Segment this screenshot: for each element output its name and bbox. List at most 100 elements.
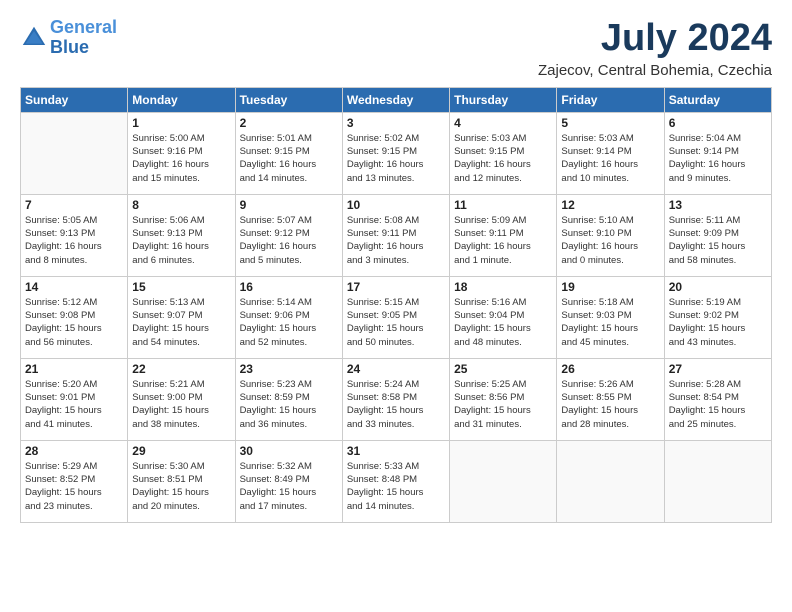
week-row-2: 7 Sunrise: 5:05 AM Sunset: 9:13 PM Daylig… <box>21 194 772 276</box>
day-number: 5 <box>561 116 659 130</box>
day-number: 24 <box>347 362 445 376</box>
day-info: Sunrise: 5:03 AM Sunset: 9:14 PM Dayligh… <box>561 132 659 185</box>
day-number: 21 <box>25 362 123 376</box>
calendar-cell-w2-d4: 10 Sunrise: 5:08 AM Sunset: 9:11 PM Dayli… <box>342 194 449 276</box>
day-info: Sunrise: 5:13 AM Sunset: 9:07 PM Dayligh… <box>132 296 230 349</box>
calendar-cell-w2-d6: 12Sunrise: 5:10 AM Sunset: 9:10 PM Dayli… <box>557 194 664 276</box>
calendar-cell-w5-d2: 29 Sunrise: 5:30 AM Sunset: 8:51 PM Dayli… <box>128 440 235 522</box>
day-info: Sunrise: 5:20 AM Sunset: 9:01 PM Dayligh… <box>25 378 123 431</box>
day-number: 8 <box>132 198 230 212</box>
day-info: Sunrise: 5:01 AM Sunset: 9:15 PM Dayligh… <box>240 132 338 185</box>
day-number: 11 <box>454 198 552 212</box>
calendar-cell-w5-d4: 31 Sunrise: 5:33 AM Sunset: 8:48 PM Dayli… <box>342 440 449 522</box>
calendar-cell-w3-d1: 14 Sunrise: 5:12 AM Sunset: 9:08 PM Dayli… <box>21 276 128 358</box>
day-number: 20 <box>669 280 767 294</box>
calendar-cell-w1-d5: 4Sunrise: 5:03 AM Sunset: 9:15 PM Daylig… <box>450 112 557 194</box>
day-number: 13 <box>669 198 767 212</box>
day-info: Sunrise: 5:30 AM Sunset: 8:51 PM Dayligh… <box>132 460 230 513</box>
title-block: July 2024 Zajecov, Central Bohemia, Czec… <box>538 18 772 79</box>
calendar-cell-w4-d7: 27Sunrise: 5:28 AM Sunset: 8:54 PM Dayli… <box>664 358 771 440</box>
day-info: Sunrise: 5:05 AM Sunset: 9:13 PM Dayligh… <box>25 214 123 267</box>
day-info: Sunrise: 5:00 AM Sunset: 9:16 PM Dayligh… <box>132 132 230 185</box>
day-info: Sunrise: 5:19 AM Sunset: 9:02 PM Dayligh… <box>669 296 767 349</box>
col-thursday: Thursday <box>450 87 557 112</box>
month-title: July 2024 <box>538 18 772 60</box>
day-number: 18 <box>454 280 552 294</box>
day-info: Sunrise: 5:32 AM Sunset: 8:49 PM Dayligh… <box>240 460 338 513</box>
logo-text: GeneralBlue <box>50 18 117 58</box>
calendar-cell-w4-d1: 21 Sunrise: 5:20 AM Sunset: 9:01 PM Dayli… <box>21 358 128 440</box>
calendar-cell-w1-d1 <box>21 112 128 194</box>
calendar-cell-w2-d5: 11 Sunrise: 5:09 AM Sunset: 9:11 PM Dayli… <box>450 194 557 276</box>
day-number: 16 <box>240 280 338 294</box>
day-number: 7 <box>25 198 123 212</box>
calendar-cell-w1-d4: 3Sunrise: 5:02 AM Sunset: 9:15 PM Daylig… <box>342 112 449 194</box>
day-number: 29 <box>132 444 230 458</box>
day-number: 25 <box>454 362 552 376</box>
day-number: 27 <box>669 362 767 376</box>
day-number: 19 <box>561 280 659 294</box>
day-info: Sunrise: 5:26 AM Sunset: 8:55 PM Dayligh… <box>561 378 659 431</box>
calendar-header-row: Sunday Monday Tuesday Wednesday Thursday… <box>21 87 772 112</box>
calendar-cell-w2-d7: 13 Sunrise: 5:11 AM Sunset: 9:09 PM Dayli… <box>664 194 771 276</box>
calendar-cell-w3-d5: 18 Sunrise: 5:16 AM Sunset: 9:04 PM Dayli… <box>450 276 557 358</box>
calendar-cell-w3-d7: 20 Sunrise: 5:19 AM Sunset: 9:02 PM Dayli… <box>664 276 771 358</box>
day-info: Sunrise: 5:23 AM Sunset: 8:59 PM Dayligh… <box>240 378 338 431</box>
day-number: 15 <box>132 280 230 294</box>
day-info: Sunrise: 5:02 AM Sunset: 9:15 PM Dayligh… <box>347 132 445 185</box>
header: GeneralBlue July 2024 Zajecov, Central B… <box>20 18 772 79</box>
day-number: 2 <box>240 116 338 130</box>
logo-icon <box>20 24 48 52</box>
calendar-cell-w2-d1: 7 Sunrise: 5:05 AM Sunset: 9:13 PM Daylig… <box>21 194 128 276</box>
week-row-5: 28 Sunrise: 5:29 AM Sunset: 8:52 PM Dayli… <box>21 440 772 522</box>
logo: GeneralBlue <box>20 18 117 58</box>
calendar-cell-w1-d3: 2 Sunrise: 5:01 AM Sunset: 9:15 PM Daylig… <box>235 112 342 194</box>
day-number: 28 <box>25 444 123 458</box>
day-info: Sunrise: 5:11 AM Sunset: 9:09 PM Dayligh… <box>669 214 767 267</box>
week-row-1: 1 Sunrise: 5:00 AM Sunset: 9:16 PM Daylig… <box>21 112 772 194</box>
day-number: 6 <box>669 116 767 130</box>
week-row-3: 14 Sunrise: 5:12 AM Sunset: 9:08 PM Dayli… <box>21 276 772 358</box>
day-number: 1 <box>132 116 230 130</box>
calendar-cell-w3-d4: 17 Sunrise: 5:15 AM Sunset: 9:05 PM Dayli… <box>342 276 449 358</box>
day-info: Sunrise: 5:24 AM Sunset: 8:58 PM Dayligh… <box>347 378 445 431</box>
calendar-cell-w4-d5: 25 Sunrise: 5:25 AM Sunset: 8:56 PM Dayli… <box>450 358 557 440</box>
calendar-cell-w1-d2: 1 Sunrise: 5:00 AM Sunset: 9:16 PM Daylig… <box>128 112 235 194</box>
day-info: Sunrise: 5:09 AM Sunset: 9:11 PM Dayligh… <box>454 214 552 267</box>
calendar-cell-w5-d5 <box>450 440 557 522</box>
calendar-cell-w1-d6: 5 Sunrise: 5:03 AM Sunset: 9:14 PM Daylig… <box>557 112 664 194</box>
day-info: Sunrise: 5:07 AM Sunset: 9:12 PM Dayligh… <box>240 214 338 267</box>
col-saturday: Saturday <box>664 87 771 112</box>
col-friday: Friday <box>557 87 664 112</box>
day-number: 12 <box>561 198 659 212</box>
day-number: 22 <box>132 362 230 376</box>
calendar-cell-w4-d6: 26 Sunrise: 5:26 AM Sunset: 8:55 PM Dayli… <box>557 358 664 440</box>
calendar-cell-w5-d7 <box>664 440 771 522</box>
calendar-cell-w5-d1: 28 Sunrise: 5:29 AM Sunset: 8:52 PM Dayli… <box>21 440 128 522</box>
day-info: Sunrise: 5:15 AM Sunset: 9:05 PM Dayligh… <box>347 296 445 349</box>
col-sunday: Sunday <box>21 87 128 112</box>
day-info: Sunrise: 5:12 AM Sunset: 9:08 PM Dayligh… <box>25 296 123 349</box>
day-info: Sunrise: 5:29 AM Sunset: 8:52 PM Dayligh… <box>25 460 123 513</box>
calendar-cell-w5-d3: 30 Sunrise: 5:32 AM Sunset: 8:49 PM Dayli… <box>235 440 342 522</box>
col-wednesday: Wednesday <box>342 87 449 112</box>
day-info: Sunrise: 5:25 AM Sunset: 8:56 PM Dayligh… <box>454 378 552 431</box>
calendar-cell-w2-d3: 9Sunrise: 5:07 AM Sunset: 9:12 PM Daylig… <box>235 194 342 276</box>
day-number: 17 <box>347 280 445 294</box>
day-info: Sunrise: 5:16 AM Sunset: 9:04 PM Dayligh… <box>454 296 552 349</box>
page: GeneralBlue July 2024 Zajecov, Central B… <box>0 0 792 612</box>
week-row-4: 21 Sunrise: 5:20 AM Sunset: 9:01 PM Dayli… <box>21 358 772 440</box>
day-number: 26 <box>561 362 659 376</box>
day-number: 31 <box>347 444 445 458</box>
day-info: Sunrise: 5:14 AM Sunset: 9:06 PM Dayligh… <box>240 296 338 349</box>
day-number: 30 <box>240 444 338 458</box>
day-info: Sunrise: 5:33 AM Sunset: 8:48 PM Dayligh… <box>347 460 445 513</box>
day-info: Sunrise: 5:03 AM Sunset: 9:15 PM Dayligh… <box>454 132 552 185</box>
calendar-cell-w3-d6: 19Sunrise: 5:18 AM Sunset: 9:03 PM Dayli… <box>557 276 664 358</box>
calendar: Sunday Monday Tuesday Wednesday Thursday… <box>20 87 772 523</box>
day-info: Sunrise: 5:08 AM Sunset: 9:11 PM Dayligh… <box>347 214 445 267</box>
day-number: 10 <box>347 198 445 212</box>
calendar-cell-w4-d2: 22Sunrise: 5:21 AM Sunset: 9:00 PM Dayli… <box>128 358 235 440</box>
day-number: 14 <box>25 280 123 294</box>
calendar-cell-w4-d3: 23Sunrise: 5:23 AM Sunset: 8:59 PM Dayli… <box>235 358 342 440</box>
